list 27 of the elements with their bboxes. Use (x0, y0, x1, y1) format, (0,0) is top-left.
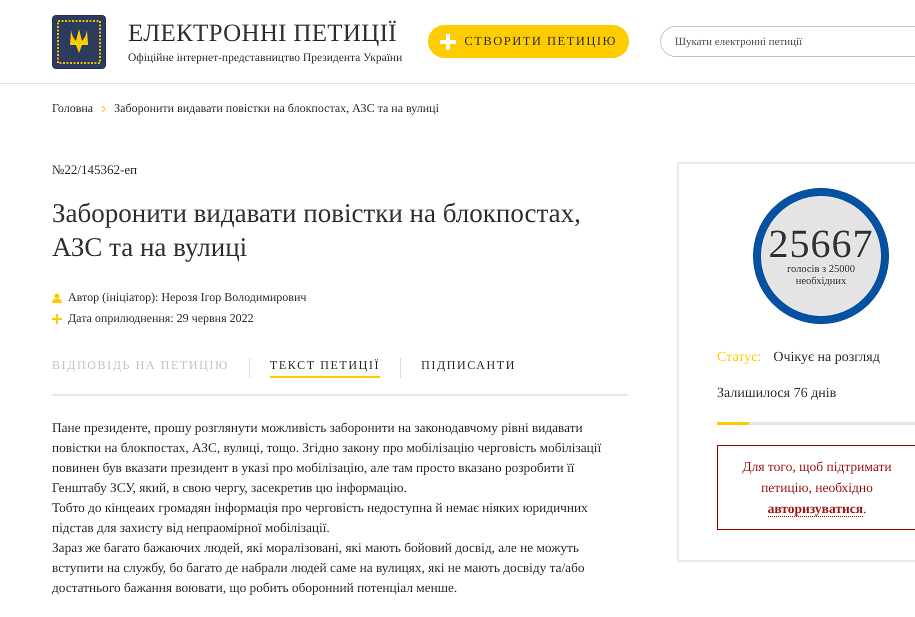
breadcrumb-link[interactable]: Заборонити видавати повістки на блокпостах, АЗС та на вулиці (114, 101, 439, 116)
petition-number: №22/145362-еп (52, 162, 138, 178)
petition-paragraph: Пане президенте, прошу розглянути можливість заборонити на законодавчому рівні видавати повістки на блокпостах, АЗС, вулиці, тощо. Згідно закону про мобілізацію черговість мобілізації повинен був вказати президент в указі про мобілізацію, але там просто вказано розробити її Генштабу ЗСУ, який, в свою чергу, засекретив цю інформацію. (52, 419, 602, 497)
auth-notice: Для того, щоб підтримати петицію, необхідно авторизуватися. (717, 445, 915, 530)
meta-text: Дата оприлюднення: 29 червня 2022 (68, 311, 254, 326)
status-value: Очікує на розгляд (773, 350, 880, 366)
trident-logo[interactable] (52, 14, 106, 68)
status-label: Статус: (717, 350, 762, 366)
site-title: ЕЛЕКТРОННІ ПЕТИЦІЇ (128, 20, 398, 48)
vote-count: 25667 (768, 224, 874, 264)
site-subtitle: Офіційне інтернет-представництво Президента України (128, 52, 404, 64)
petition-title: Заборонити видавати повістки на блокпостах, АЗС та на вулиці (52, 197, 582, 264)
plus-icon (440, 34, 456, 50)
tab[interactable]: ПІДПИСАНТИ (421, 358, 516, 378)
person-icon (52, 292, 62, 302)
vote-caption: голосів з 25000 необхідних (786, 264, 856, 288)
create-petition-button[interactable]: СТВОРИТИ ПЕТИЦІЮ (428, 25, 629, 58)
petition-paragraph: Зараз же багато бажаючих людей, які моралізовані, які мають бойовий досвід, але не можуть вступити на службу, бо багато де набрали людей саме на вулицях, які не мають досвіду та/або достатнього бажання воювати, що робить оборонний потенціал менше. (52, 539, 586, 597)
tab[interactable]: ТЕКСТ ПЕТИЦІЇ (270, 358, 380, 378)
meta-text: Автор (ініціатор): Нерозя Ігор Володимирович (68, 290, 306, 305)
petition-paragraph: Тобто до кінцеаих громадян інформація про черговість недоступна й немає ніяких юридичних підстав для захисту від непраомірної мобілізації. (52, 499, 589, 537)
plus-icon (52, 314, 62, 324)
login-link[interactable]: авторизуватися (768, 501, 864, 517)
chevron-icon (101, 104, 106, 112)
breadcrumb-link[interactable]: Головна (52, 101, 94, 116)
search-field[interactable]: Шукати електронні петиції (660, 26, 915, 57)
days-left: Залишилося 76 днів (717, 386, 838, 402)
